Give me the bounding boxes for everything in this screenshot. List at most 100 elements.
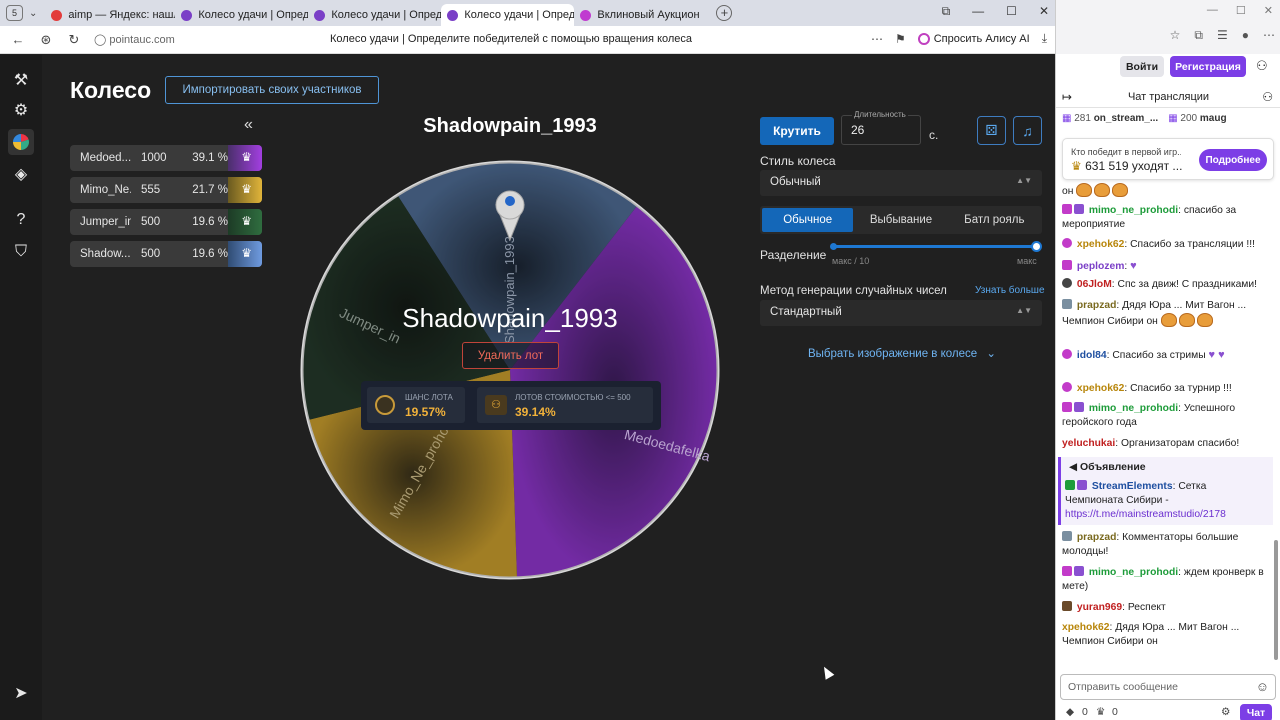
collapse-chat-icon[interactable]: ↦: [1062, 86, 1072, 108]
chat-username[interactable]: peplozem: [1077, 261, 1125, 272]
minimize-icon[interactable]: —: [1207, 4, 1218, 17]
gavel-icon[interactable]: ⚒: [8, 67, 34, 93]
shield-icon[interactable]: ⊛: [36, 32, 56, 48]
points-icon[interactable]: ◆: [1066, 706, 1074, 718]
register-button[interactable]: Регистрация: [1170, 56, 1246, 77]
wheel-icon[interactable]: [8, 129, 34, 155]
more-icon[interactable]: ⋯: [1263, 28, 1275, 43]
star-icon[interactable]: ☆: [1170, 28, 1181, 43]
select-image-label: Выбрать изображение в колесе: [808, 348, 978, 360]
url-text: pointauc.com: [109, 34, 175, 46]
shield-check-icon[interactable]: ⛉: [8, 239, 34, 265]
bits-icon[interactable]: ♛: [1096, 706, 1105, 718]
chat-username[interactable]: xpehok62: [1077, 383, 1125, 394]
chat-username[interactable]: StreamElements: [1092, 481, 1173, 492]
music-icon[interactable]: ♫: [1013, 116, 1042, 145]
split-icon[interactable]: ⧉: [1194, 28, 1203, 43]
chat-username[interactable]: 06JloM: [1077, 279, 1112, 290]
pointer-dot: [505, 196, 515, 206]
gifter[interactable]: ▦ 281 on_stream_...: [1062, 113, 1158, 124]
more-icon[interactable]: ⋯: [871, 32, 883, 46]
bookmark-icon[interactable]: ⚑: [895, 32, 906, 46]
emoji-icon[interactable]: ☺: [1256, 679, 1269, 694]
settings-icon[interactable]: ⚙: [1221, 706, 1230, 718]
user-icon[interactable]: ⚇: [1256, 58, 1268, 74]
announcement-link[interactable]: https://t.me/mainstreamstudio/2178: [1065, 509, 1226, 520]
users-icon[interactable]: ⚇: [1262, 86, 1273, 108]
back-icon[interactable]: ←: [8, 32, 28, 47]
prediction-more-button[interactable]: Подробнее: [1199, 149, 1267, 171]
lot-row[interactable]: Shadow... 500 19.6 % ♛: [70, 241, 262, 267]
trophy-icon[interactable]: ♛: [241, 150, 252, 164]
maximize-icon[interactable]: ☐: [1236, 4, 1246, 17]
trophy-icon[interactable]: ♛: [241, 182, 252, 196]
chat-username[interactable]: xpehok62: [1062, 622, 1110, 633]
rng-select[interactable]: Стандартный ▲▼: [760, 300, 1042, 326]
sub-badge-icon: [1062, 204, 1072, 214]
duration-label: Длительность: [852, 110, 908, 119]
layers-icon[interactable]: ◈: [8, 161, 34, 187]
chat-username[interactable]: prapzad: [1077, 300, 1116, 311]
split-slider-handle[interactable]: [1031, 241, 1042, 252]
chat-username[interactable]: idol84: [1077, 350, 1107, 361]
telegram-icon[interactable]: ➤: [8, 680, 34, 706]
favorites-icon[interactable]: ☰: [1217, 28, 1228, 43]
chat-scrollbar[interactable]: [1274, 540, 1278, 660]
trophy-icon[interactable]: ♛: [241, 214, 252, 228]
bits-count: 0: [1112, 706, 1118, 718]
browser-tab[interactable]: aimp — Яндекс: нашлось: [45, 4, 175, 26]
reload-icon[interactable]: ↻: [64, 32, 84, 48]
gift-icon: ▦: [1168, 113, 1178, 124]
top-gifters: ▦ 281 on_stream_... ▦ 200 maug: [1062, 113, 1227, 124]
alice-button[interactable]: Спросить Алису AI: [917, 32, 1030, 45]
new-tab-icon[interactable]: +: [716, 5, 733, 21]
chat-input[interactable]: Отправить сообщение ☺: [1060, 674, 1276, 700]
wheel-style-select[interactable]: Обычный ▲▼: [760, 170, 1042, 196]
chat-username[interactable]: mimo_ne_prohodi: [1089, 567, 1178, 578]
browser-tab[interactable]: Вклиновый Аукцион: [574, 4, 706, 26]
lot-percent: 19.6 %: [192, 248, 228, 260]
maximize-icon[interactable]: ☐: [1006, 4, 1017, 19]
download-icon[interactable]: ⤓: [1042, 31, 1047, 46]
spin-button[interactable]: Крутить: [760, 117, 834, 145]
chat-username[interactable]: mimo_ne_prohodi: [1089, 403, 1178, 414]
select-image-dropdown[interactable]: Выбрать изображение в колесе ⌄: [808, 346, 996, 360]
tab-count[interactable]: 5: [6, 5, 23, 21]
browser-tab[interactable]: Колесо удачи | Определи: [308, 4, 441, 26]
remove-lot-button[interactable]: Удалить лот: [462, 342, 559, 369]
browser-tab[interactable]: Колесо удачи | Определи: [175, 4, 308, 26]
trophy-icon[interactable]: ♛: [241, 246, 252, 260]
close-window-icon[interactable]: ✕: [1264, 4, 1273, 17]
close-window-icon[interactable]: ✕: [1039, 4, 1049, 19]
chevron-down-icon: ⌄: [986, 348, 997, 360]
collapse-icon[interactable]: «: [244, 116, 253, 134]
learn-more-link[interactable]: Узнать больше: [975, 285, 1045, 296]
mode-elimination[interactable]: Выбывание: [855, 208, 946, 232]
chat-username[interactable]: prapzad: [1077, 532, 1116, 543]
chat-username[interactable]: yuran969: [1077, 602, 1122, 613]
chat-username[interactable]: xpehok62: [1077, 239, 1125, 250]
chat-username[interactable]: mimo_ne_prohodi: [1089, 205, 1178, 216]
lot-row[interactable]: Mimo_Ne... 555 21.7 % ♛: [70, 177, 262, 203]
bookmarks-icon[interactable]: ⧉: [942, 4, 951, 19]
dice-icon[interactable]: ⚄: [977, 116, 1006, 145]
split-slider-track[interactable]: [832, 245, 1037, 248]
login-button[interactable]: Войти: [1120, 56, 1164, 77]
minimize-icon[interactable]: —: [972, 4, 984, 19]
window-controls: — ☐ ✕: [1207, 4, 1273, 17]
chevron-down-icon[interactable]: ⌄: [29, 8, 37, 19]
lot-row[interactable]: Jumper_in 500 19.6 % ♛: [70, 209, 262, 235]
profile-icon[interactable]: ●: [1242, 28, 1249, 43]
import-participants-button[interactable]: Импортировать своих участников: [165, 76, 379, 104]
auction-icon: [580, 9, 592, 21]
gifter[interactable]: ▦ 200 maug: [1168, 113, 1226, 124]
mode-battle-royale[interactable]: Батл рояль: [949, 208, 1040, 232]
browser-tab-active[interactable]: Колесо удачи | Опреде ✕: [441, 4, 575, 26]
url-field[interactable]: ◯ pointauc.com: [94, 33, 175, 46]
gear-icon[interactable]: ⚙: [8, 97, 34, 123]
chat-username[interactable]: yeluchukai: [1062, 438, 1115, 449]
help-icon[interactable]: ?: [8, 207, 34, 233]
mode-normal[interactable]: Обычное: [762, 208, 854, 232]
lot-row[interactable]: Medoed... 1000 39.1 % ♛: [70, 145, 262, 171]
chat-send-button[interactable]: Чат: [1240, 704, 1272, 720]
